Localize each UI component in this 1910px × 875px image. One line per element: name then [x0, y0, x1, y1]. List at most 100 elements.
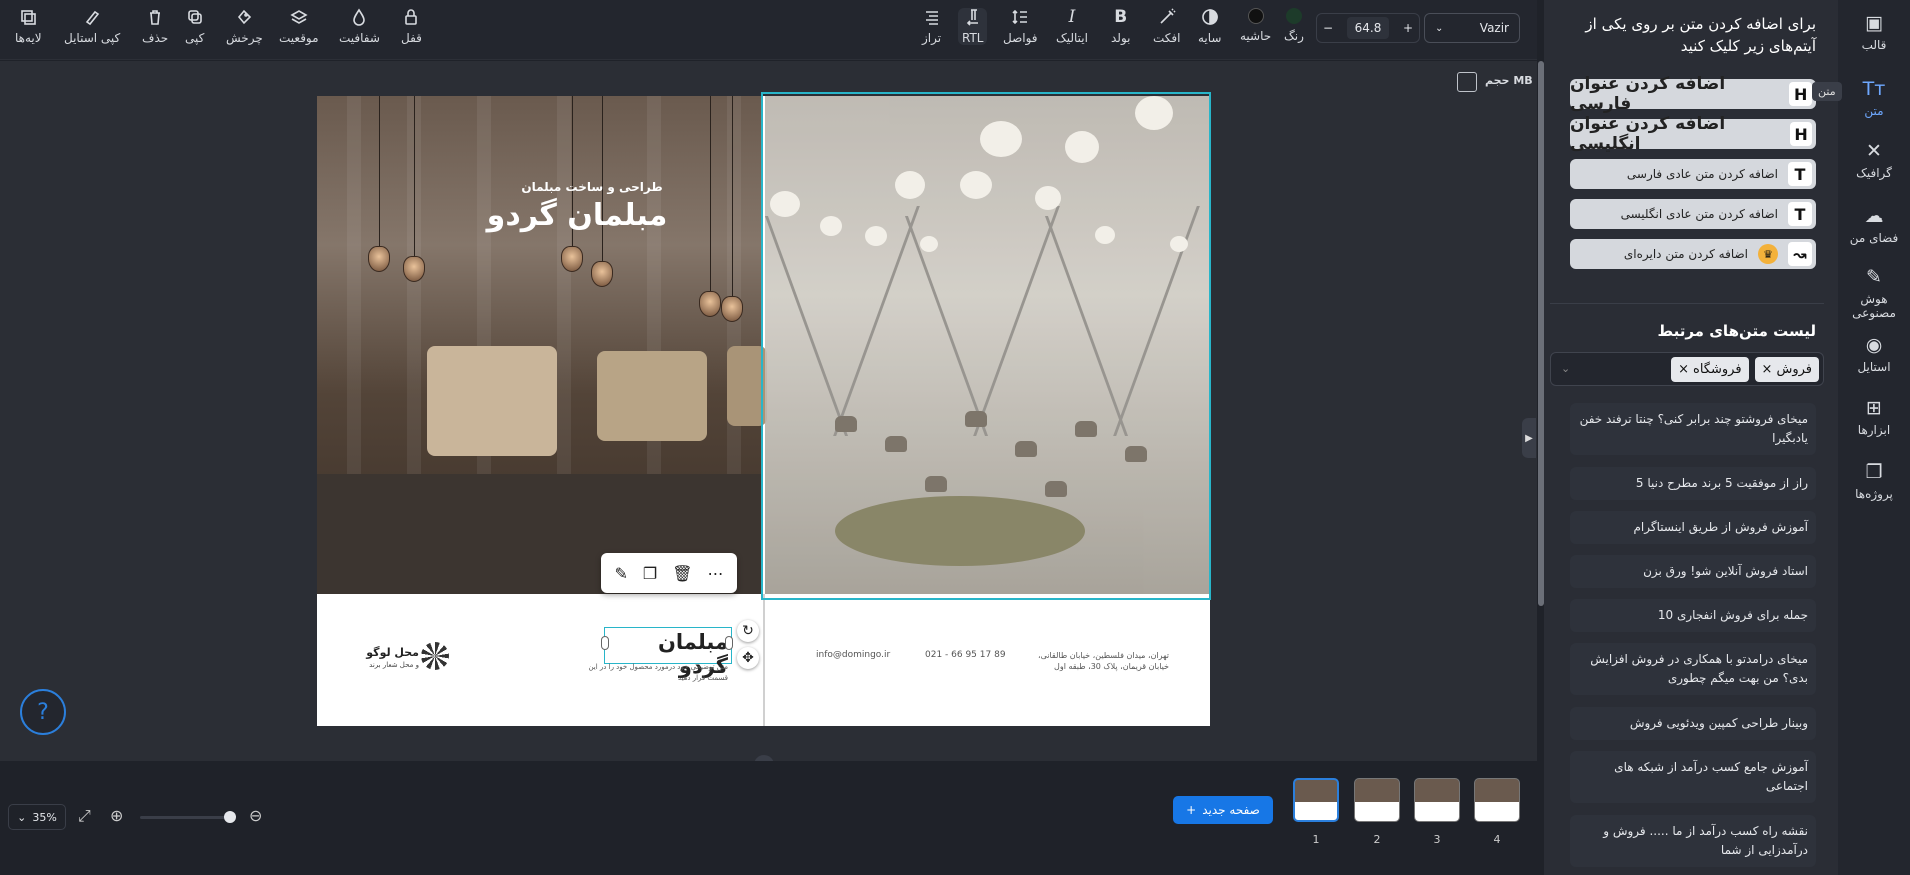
resize-handle-left[interactable] — [601, 636, 609, 650]
contact-email[interactable]: info@domingo.ir — [816, 650, 890, 660]
nav-label: متن — [1864, 104, 1884, 118]
zoom-select[interactable]: ⌄ 35% — [8, 804, 66, 830]
footer-description[interactable]: متن توضیحی خود درمورد محصول خود را در ای… — [568, 662, 728, 684]
color-button[interactable]: رنگ — [1284, 8, 1304, 43]
tag-filter-input[interactable]: ⌄ × فروشگاه × فروش — [1550, 352, 1824, 386]
shadow-button[interactable]: سایه — [1198, 8, 1221, 45]
related-text-item[interactable]: آموزش جامع کسب درآمد از شبکه های اجتماعی — [1570, 751, 1816, 803]
crown-icon: ♛ — [1758, 244, 1778, 264]
zoom-slider-knob[interactable] — [224, 811, 236, 823]
rotate-button[interactable]: چرخش — [226, 8, 263, 45]
logo-slogan[interactable]: و محل شعار برند — [347, 661, 419, 669]
resize-handle-right[interactable] — [725, 636, 733, 650]
palette-icon: ◉ — [1865, 334, 1883, 356]
font-size-stepper[interactable]: − 64.8 + — [1316, 13, 1420, 43]
align-button[interactable]: تراز — [922, 8, 941, 45]
font-size-minus-button[interactable]: − — [1323, 21, 1333, 35]
copy-icon — [187, 10, 202, 24]
contact-address[interactable]: تهران، میدان فلسطین، خیابان طالقانی، خیا… — [1035, 650, 1169, 672]
related-text-item[interactable]: 5 راز از موفقیت 5 برند مطرح دنیا — [1570, 467, 1816, 500]
font-family-select[interactable]: ⌄ Vazir — [1424, 13, 1520, 43]
bold-button[interactable]: B بولد — [1111, 8, 1131, 45]
logo-mark-icon[interactable] — [421, 642, 449, 670]
add-english-heading-button[interactable]: اضافه کردن عنوان انگلیسی H — [1570, 114, 1816, 154]
nav-template[interactable]: ▣ قالب — [1838, 12, 1910, 52]
delete-icon[interactable]: 🗑 — [672, 564, 692, 583]
lock-button[interactable]: قفل — [401, 8, 422, 45]
left-title[interactable]: مبلمان گردو — [437, 198, 717, 233]
move-handle-icon[interactable]: ✥ — [737, 647, 759, 669]
heading-icon: H — [1789, 82, 1812, 106]
related-text-item[interactable]: آموزش فروش از طریق اینستاگرام — [1570, 511, 1816, 544]
trash-icon — [150, 10, 161, 25]
layers-button[interactable]: لایه‌ها — [15, 8, 42, 45]
delete-button[interactable]: حذف — [142, 8, 168, 45]
opacity-button[interactable]: شفافیت — [339, 8, 380, 45]
page-thumbnail-1[interactable] — [1293, 778, 1339, 822]
remove-tag-icon[interactable]: × — [1678, 362, 1689, 377]
left-subtitle[interactable]: طراحی و ساخت مبلمان — [467, 180, 717, 194]
related-text-item[interactable]: وبینار طراحی کمپین ویدئویی فروش — [1570, 707, 1816, 740]
tag-chip[interactable]: × فروش — [1754, 356, 1819, 382]
nav-graphic[interactable]: ✕ گرافیک — [1838, 140, 1910, 180]
border-label: حاشیه — [1240, 29, 1272, 43]
related-text-item[interactable]: استاد فروش آنلاین شو! ورق بزن — [1570, 555, 1816, 588]
file-size-label: حجم MB — [1485, 74, 1533, 87]
add-persian-text-button[interactable]: اضافه کردن متن عادی فارسی T — [1570, 159, 1816, 189]
tag-chip[interactable]: × فروشگاه — [1671, 356, 1749, 382]
effect-button[interactable]: افکت — [1153, 8, 1180, 45]
duplicate-icon[interactable]: ❐ — [643, 564, 657, 583]
rotate-handle-icon[interactable]: ↻ — [737, 620, 759, 642]
page-number: 3 — [1433, 833, 1441, 846]
nav-style[interactable]: ◉ استایل — [1838, 334, 1910, 374]
nav-my-space[interactable]: ☁ فضای من — [1838, 205, 1910, 245]
italic-button[interactable]: I ایتالیک — [1056, 8, 1088, 45]
related-text-item[interactable]: میخای فروشتو چند برابر کنی؟ چنتا ترفند خ… — [1570, 403, 1816, 455]
add-english-text-button[interactable]: اضافه کردن متن عادی انگلیسی T — [1570, 199, 1816, 229]
logo-placeholder[interactable]: محل لوگو — [351, 646, 419, 659]
copy-style-button[interactable]: کپی استایل — [64, 8, 120, 45]
related-text-item[interactable]: میخای درامدتو با همکاری در فروش افزایش ب… — [1570, 643, 1816, 695]
nav-text[interactable]: Tт متن — [1838, 78, 1910, 118]
copy-button[interactable]: کپی — [185, 8, 204, 45]
chevron-down-icon: ⌄ — [17, 810, 27, 824]
page-thumbnail-2[interactable] — [1354, 778, 1400, 822]
remove-tag-icon[interactable]: × — [1762, 362, 1773, 377]
ai-icon: ✎ — [1866, 266, 1882, 288]
chevron-down-icon: ⌄ — [1435, 22, 1444, 34]
related-text-item[interactable]: 10 جمله برای فروش انفجاری — [1570, 599, 1816, 632]
zoom-out-icon[interactable]: ⊖ — [249, 806, 262, 825]
collapse-panel-icon[interactable]: ▶ — [1522, 418, 1536, 458]
font-size-plus-button[interactable]: + — [1403, 21, 1413, 35]
furniture-photo-left[interactable] — [317, 96, 767, 594]
align-icon — [925, 11, 938, 25]
related-text-item[interactable]: نقشه راه کسب درآمد از ما ..... فروش و در… — [1570, 815, 1816, 867]
rtl-button[interactable]: RTL — [958, 8, 988, 45]
nav-tools[interactable]: ⊞ ابزارها — [1838, 397, 1910, 437]
italic-icon: I — [1068, 7, 1076, 27]
more-icon[interactable]: ⋯ — [708, 564, 724, 583]
file-size-icon[interactable] — [1457, 72, 1477, 92]
contact-phone[interactable]: 021 - 66 95 17 89 — [925, 650, 1006, 660]
position-button[interactable]: موقعیت — [279, 8, 319, 45]
fullscreen-icon[interactable]: ⤢ — [78, 806, 91, 826]
zoom-slider[interactable] — [140, 816, 232, 819]
spacing-icon — [1012, 9, 1028, 25]
font-size-value[interactable]: 64.8 — [1346, 17, 1390, 39]
edit-icon[interactable]: ✎ — [614, 564, 627, 583]
help-button[interactable]: ? — [20, 689, 66, 735]
chevron-down-icon[interactable]: ⌄ — [1561, 362, 1570, 375]
page-thumbnail-4[interactable] — [1474, 778, 1520, 822]
nav-ai[interactable]: ✎ هوش مصنوعی — [1838, 266, 1910, 320]
add-persian-heading-button[interactable]: اضافه کردن عنوان فارسی H — [1570, 74, 1816, 114]
spacing-button[interactable]: فواصل — [1003, 8, 1038, 45]
projects-icon: ❐ — [1865, 461, 1883, 483]
add-circular-text-button[interactable]: اضافه کردن متن دایره‌ای ♛ ↝ — [1570, 239, 1816, 269]
add-english-text-label: اضافه کردن متن عادی انگلیسی — [1620, 207, 1778, 221]
nav-projects[interactable]: ❐ پروژه‌ها — [1838, 461, 1910, 501]
related-texts-title: لیست متن‌های مرتبط — [1657, 322, 1816, 340]
page-thumbnail-3[interactable] — [1414, 778, 1460, 822]
zoom-in-icon[interactable]: ⊕ — [110, 806, 123, 825]
new-page-button[interactable]: + صفحه جدید — [1173, 796, 1273, 824]
border-button[interactable]: حاشیه — [1240, 8, 1271, 43]
